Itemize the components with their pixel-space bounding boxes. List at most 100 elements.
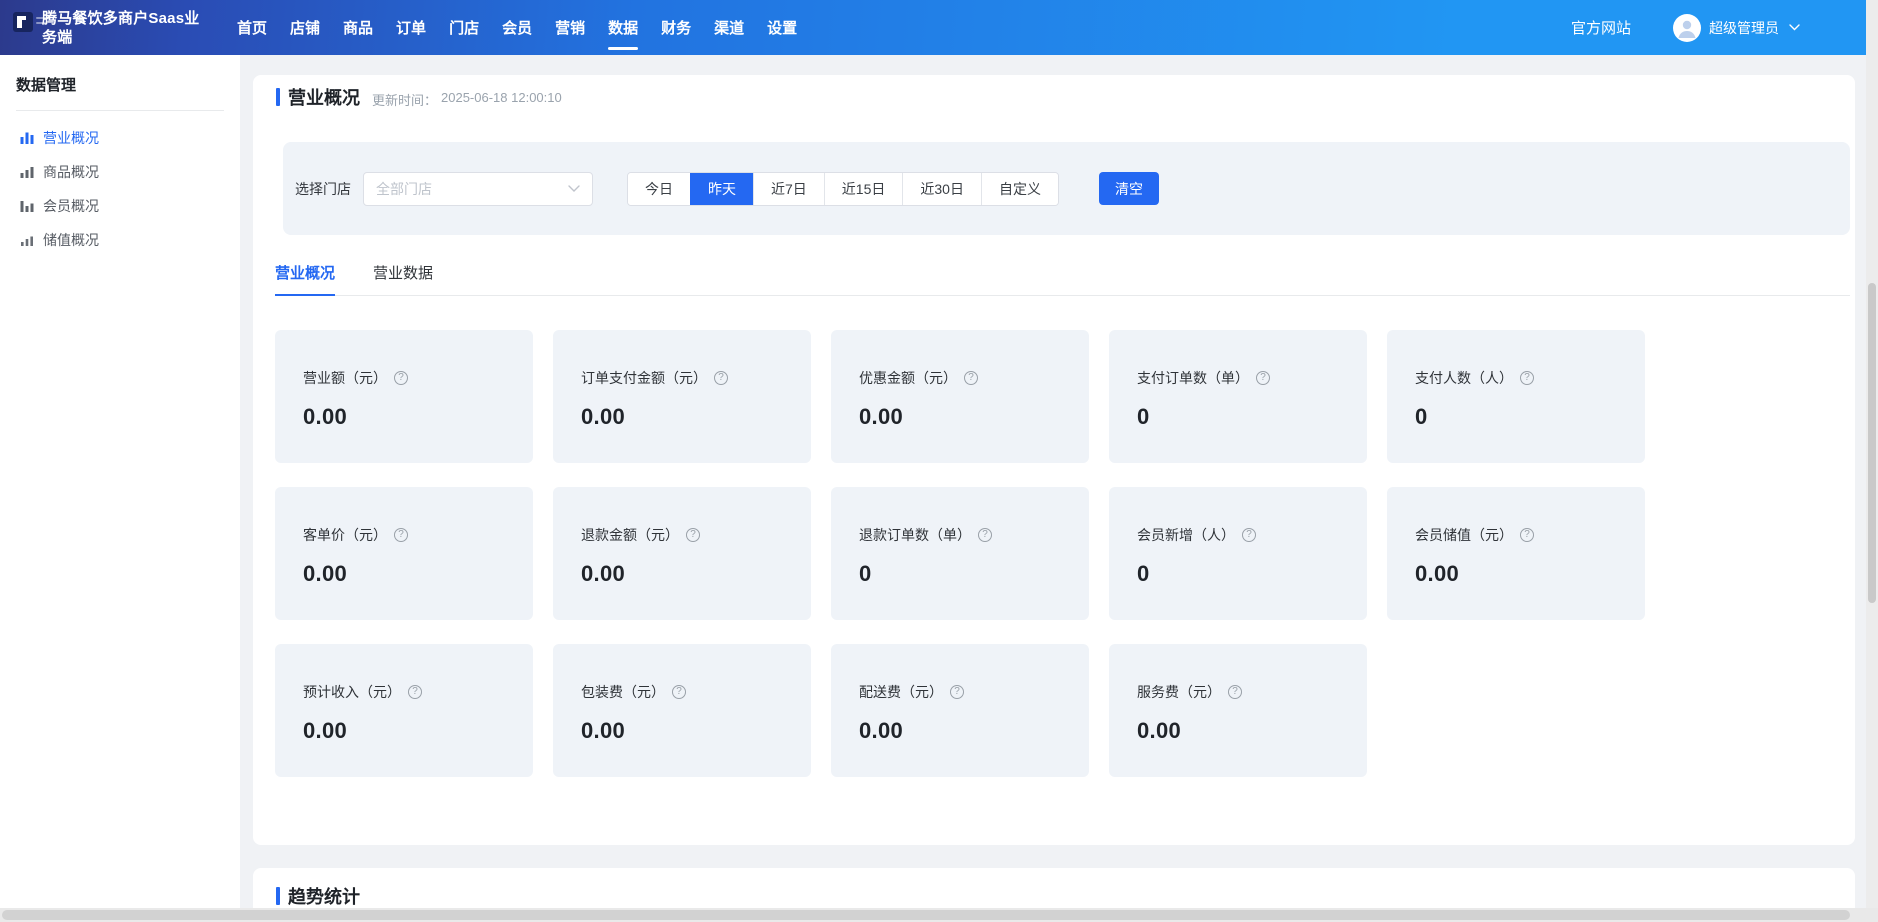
user-menu[interactable]: 超级管理员: [1673, 14, 1800, 42]
sidebar-item-label: 会员概况: [43, 196, 99, 216]
updated-time-label: 更新时间：: [372, 90, 437, 109]
stat-card: 会员储值（元） 0.00: [1387, 487, 1645, 620]
stat-label: 营业额（元）: [303, 368, 387, 388]
stat-value: 0: [1137, 561, 1367, 587]
bar-chart-icon: [20, 199, 34, 213]
stat-value: 0.00: [303, 718, 533, 744]
title-accent-bar: [276, 887, 280, 905]
business-overview-panel: 营业概况 更新时间： 2025-06-18 12:00:10 选择门店 全部门店…: [253, 75, 1855, 845]
date-range-group: 今日 昨天 近7日 近15日 近30日 自定义: [627, 172, 1059, 206]
help-icon[interactable]: [978, 528, 992, 542]
stat-label: 退款订单数（单）: [859, 525, 971, 545]
store-select[interactable]: 全部门店: [363, 172, 593, 206]
stat-card: 服务费（元） 0.00: [1109, 644, 1367, 777]
stat-card: 会员新增（人） 0: [1109, 487, 1367, 620]
help-icon[interactable]: [950, 685, 964, 699]
tab-business-overview[interactable]: 营业概况: [275, 262, 335, 295]
help-icon[interactable]: [1242, 528, 1256, 542]
nav-item-channels[interactable]: 渠道: [714, 0, 744, 55]
sidebar-title: 数据管理: [0, 55, 240, 110]
section-header: 营业概况 更新时间： 2025-06-18 12:00:10: [253, 75, 1855, 110]
help-icon[interactable]: [686, 528, 700, 542]
stat-card: 配送费（元） 0.00: [831, 644, 1089, 777]
sidebar-item-label: 商品概况: [43, 162, 99, 182]
clear-button[interactable]: 清空: [1099, 172, 1159, 205]
stat-value: 0.00: [581, 718, 811, 744]
nav-item-settings[interactable]: 设置: [767, 0, 797, 55]
help-icon[interactable]: [1256, 371, 1270, 385]
stat-label: 退款金额（元）: [581, 525, 679, 545]
bar-chart-icon: [20, 233, 34, 247]
range-30d-button[interactable]: 近30日: [902, 173, 981, 205]
stat-card: 支付人数（人） 0: [1387, 330, 1645, 463]
vertical-scrollbar-thumb[interactable]: [1868, 283, 1876, 603]
stat-label: 支付订单数（单）: [1137, 368, 1249, 388]
range-15d-button[interactable]: 近15日: [824, 173, 903, 205]
top-navbar: 腾马餐饮多商户Saas业务端 首页 店铺 商品 订单 门店 会员 营销 数据 财…: [0, 0, 1866, 55]
help-icon[interactable]: [1520, 528, 1534, 542]
sidebar-item-label: 营业概况: [43, 128, 99, 148]
nav-item-home[interactable]: 首页: [237, 0, 267, 55]
stat-label: 配送费（元）: [859, 682, 943, 702]
stat-label: 服务费（元）: [1137, 682, 1221, 702]
stat-value: 0.00: [859, 718, 1089, 744]
nav-item-members[interactable]: 会员: [502, 0, 532, 55]
sidebar: 数据管理 营业概况 商品概况 会员概况: [0, 55, 240, 922]
help-icon[interactable]: [408, 685, 422, 699]
filter-bar: 选择门店 全部门店 今日 昨天 近7日 近15日 近30日 自定义 清空: [283, 142, 1850, 235]
sidebar-item-goods-overview[interactable]: 商品概况: [0, 155, 240, 189]
trend-title: 趋势统计: [288, 883, 360, 909]
stat-card: 预计收入（元） 0.00: [275, 644, 533, 777]
range-yesterday-button[interactable]: 昨天: [690, 173, 753, 205]
store-select-placeholder: 全部门店: [376, 179, 432, 199]
tab-business-data[interactable]: 营业数据: [373, 262, 433, 295]
page-title: 营业概况: [288, 84, 360, 110]
chevron-down-icon: [1789, 24, 1800, 31]
help-icon[interactable]: [964, 371, 978, 385]
nav-item-orders[interactable]: 订单: [396, 0, 426, 55]
brand-title: 腾马餐饮多商户Saas业务端: [42, 9, 214, 47]
stat-value: 0.00: [303, 404, 533, 430]
user-name: 超级管理员: [1709, 18, 1779, 38]
stat-label: 优惠金额（元）: [859, 368, 957, 388]
section-header: 趋势统计: [253, 868, 1855, 909]
nav-item-finance[interactable]: 财务: [661, 0, 691, 55]
sidebar-item-stored-value-overview[interactable]: 储值概况: [0, 223, 240, 257]
horizontal-scrollbar-thumb[interactable]: [2, 910, 1850, 920]
nav-item-marketing[interactable]: 营销: [555, 0, 585, 55]
overview-tabs: 营业概况 营业数据: [275, 262, 1850, 296]
sidebar-item-business-overview[interactable]: 营业概况: [0, 121, 240, 155]
help-icon[interactable]: [672, 685, 686, 699]
help-icon[interactable]: [394, 371, 408, 385]
nav-item-stores[interactable]: 门店: [449, 0, 479, 55]
sidebar-item-label: 储值概况: [43, 230, 99, 250]
nav-item-goods[interactable]: 商品: [343, 0, 373, 55]
sidebar-item-member-overview[interactable]: 会员概况: [0, 189, 240, 223]
stat-value: 0.00: [1137, 718, 1367, 744]
stat-card: 客单价（元） 0.00: [275, 487, 533, 620]
navbar-right: 官方网站 超级管理员: [1571, 14, 1866, 42]
range-custom-button[interactable]: 自定义: [981, 173, 1058, 205]
help-icon[interactable]: [1228, 685, 1242, 699]
main-nav: 首页 店铺 商品 订单 门店 会员 营销 数据 财务 渠道 设置: [237, 0, 797, 55]
nav-item-data[interactable]: 数据: [608, 0, 638, 55]
official-site-link[interactable]: 官方网站: [1571, 17, 1631, 38]
horizontal-scrollbar[interactable]: [0, 908, 1878, 922]
bar-chart-icon: [20, 131, 34, 145]
range-7d-button[interactable]: 近7日: [753, 173, 824, 205]
range-today-button[interactable]: 今日: [628, 173, 690, 205]
stat-value: 0.00: [581, 561, 811, 587]
nav-item-shop[interactable]: 店铺: [290, 0, 320, 55]
bar-chart-icon: [20, 165, 34, 179]
stat-label: 包装费（元）: [581, 682, 665, 702]
stat-card: 退款金额（元） 0.00: [553, 487, 811, 620]
help-icon[interactable]: [1520, 371, 1534, 385]
stat-card: 优惠金额（元） 0.00: [831, 330, 1089, 463]
stat-value: 0.00: [859, 404, 1089, 430]
help-icon[interactable]: [394, 528, 408, 542]
stat-card: 支付订单数（单） 0: [1109, 330, 1367, 463]
vertical-scrollbar[interactable]: [1866, 0, 1878, 922]
chevron-down-icon: [568, 185, 580, 193]
help-icon[interactable]: [714, 371, 728, 385]
avatar: [1673, 14, 1701, 42]
